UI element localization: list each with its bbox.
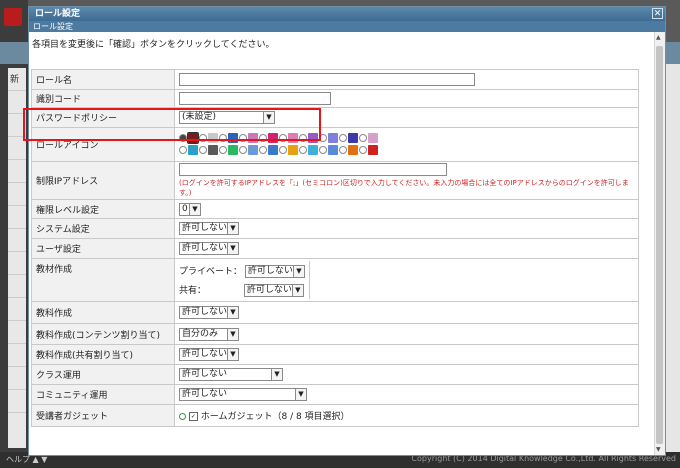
scroll-up-icon[interactable]: ▲ bbox=[656, 34, 661, 41]
role-icon-radio[interactable] bbox=[219, 145, 227, 154]
user-avatar-icon[interactable] bbox=[248, 144, 258, 155]
material-creation-label: 教材作成 bbox=[31, 258, 175, 302]
dialog-content: 各項目を変更後に「確認」ボタンをクリックしてください。 ロール名 識別コード パ… bbox=[29, 32, 655, 455]
system-settings-label: システム設定 bbox=[31, 218, 175, 239]
identifier-label: 識別コード bbox=[31, 89, 175, 108]
chevron-down-icon: ▼ bbox=[271, 369, 282, 380]
user-avatar-icon[interactable] bbox=[348, 144, 358, 155]
role-icon-radio[interactable] bbox=[239, 145, 247, 154]
course-creation-select[interactable]: 許可しない ▼ bbox=[179, 306, 239, 319]
course-shared-select[interactable]: 許可しない ▼ bbox=[179, 348, 239, 361]
authority-level-select[interactable]: 0 ▼ bbox=[179, 202, 201, 216]
user-avatar-icon[interactable] bbox=[188, 144, 198, 155]
close-icon[interactable]: ✕ bbox=[652, 8, 663, 19]
material-shared-select[interactable]: 許可しない ▼ bbox=[243, 283, 304, 297]
user-avatar-icon[interactable] bbox=[368, 144, 378, 155]
identifier-input[interactable] bbox=[179, 92, 331, 105]
community-operation-label: コミュニティ運用 bbox=[31, 384, 175, 405]
chevron-down-icon: ▼ bbox=[227, 349, 238, 360]
instruction-text: 各項目を変更後に「確認」ボタンをクリックしてください。 bbox=[32, 40, 275, 50]
chevron-down-icon: ▼ bbox=[227, 307, 238, 318]
gadget-bullet-icon bbox=[179, 413, 186, 420]
role-icon-row-2 bbox=[179, 144, 634, 157]
system-settings-select[interactable]: 許可しない ▼ bbox=[179, 222, 239, 235]
course-content-label: 教科作成(コンテンツ割り当て) bbox=[31, 323, 175, 345]
user-avatar-icon[interactable] bbox=[328, 132, 338, 143]
scroll-down-icon[interactable]: ▼ bbox=[656, 446, 661, 453]
ip-address-note: (ログインを許可するIPアドレスを「;」(セミコロン)区切りで入力してください。… bbox=[179, 179, 629, 197]
chevron-down-icon: ▼ bbox=[291, 284, 303, 296]
chevron-down-icon: ▼ bbox=[292, 265, 304, 277]
user-avatar-icon[interactable] bbox=[268, 144, 278, 155]
user-avatar-icon[interactable] bbox=[228, 144, 238, 155]
chevron-down-icon: ▼ bbox=[227, 328, 238, 340]
authority-level-label: 権限レベル設定 bbox=[31, 199, 175, 219]
role-name-label: ロール名 bbox=[31, 69, 175, 90]
role-icon-radio[interactable] bbox=[319, 145, 327, 154]
role-icon-radio[interactable] bbox=[359, 133, 367, 142]
role-name-input[interactable] bbox=[179, 73, 475, 86]
role-icon-radio[interactable] bbox=[279, 145, 287, 154]
background-new-label: 新 bbox=[10, 75, 20, 85]
dialog-scrollbar[interactable]: ▲ ▼ bbox=[654, 32, 665, 455]
chevron-down-icon: ▼ bbox=[295, 389, 306, 400]
role-settings-dialog: ロール設定 ✕ ロール設定 各項目を変更後に「確認」ボタンをクリックしてください… bbox=[28, 6, 666, 456]
user-avatar-icon[interactable] bbox=[288, 144, 298, 155]
ip-address-input[interactable] bbox=[179, 163, 447, 176]
dialog-title: ロール設定 bbox=[35, 9, 81, 19]
ip-address-label: 制限IPアドレス bbox=[31, 161, 175, 200]
user-avatar-icon[interactable] bbox=[348, 132, 358, 143]
dialog-titlebar[interactable]: ロール設定 ✕ bbox=[29, 7, 665, 21]
student-gadget-label: 受講者ガジェット bbox=[31, 404, 175, 427]
role-icon-radio[interactable] bbox=[339, 145, 347, 154]
role-icon-radio[interactable] bbox=[179, 145, 187, 154]
student-gadget-value[interactable]: ホームガジェット（8 / 8 項目選択） bbox=[201, 412, 350, 422]
class-operation-label: クラス運用 bbox=[31, 364, 175, 385]
course-content-select[interactable]: 自分のみ ▼ bbox=[179, 327, 239, 341]
course-creation-label: 教科作成 bbox=[31, 301, 175, 324]
app-logo bbox=[4, 8, 22, 26]
background-right-panel bbox=[664, 64, 680, 454]
chevron-down-icon: ▼ bbox=[189, 203, 200, 215]
user-settings-select[interactable]: 許可しない ▼ bbox=[179, 242, 239, 255]
role-icon-radio[interactable] bbox=[299, 145, 307, 154]
course-shared-label: 教科作成(共有割り当て) bbox=[31, 344, 175, 365]
role-icon-radio[interactable] bbox=[339, 133, 347, 142]
chevron-down-icon: ▼ bbox=[227, 243, 238, 254]
material-creation-subtable: プライベート： 許可しない ▼ 共有： 許可しない ▼ bbox=[175, 261, 310, 299]
role-icon-radio[interactable] bbox=[359, 145, 367, 154]
material-private-label: プライベート： bbox=[179, 266, 243, 277]
user-settings-label: ユーザ設定 bbox=[31, 238, 175, 259]
material-shared-label: 共有： bbox=[179, 285, 207, 296]
user-avatar-icon[interactable] bbox=[308, 144, 318, 155]
role-icon-radio[interactable] bbox=[259, 145, 267, 154]
chevron-down-icon: ▼ bbox=[227, 223, 238, 234]
dialog-subtitle: ロール設定 bbox=[29, 21, 665, 32]
scrollbar-thumb[interactable] bbox=[656, 46, 663, 444]
user-avatar-icon[interactable] bbox=[328, 144, 338, 155]
material-private-select[interactable]: 許可しない ▼ bbox=[244, 264, 305, 278]
user-avatar-icon[interactable] bbox=[368, 132, 378, 143]
role-icon-radio[interactable] bbox=[199, 145, 207, 154]
gadget-checkbox[interactable]: ✓ bbox=[188, 412, 198, 421]
user-avatar-icon[interactable] bbox=[208, 144, 218, 155]
highlight-box bbox=[23, 108, 321, 141]
community-operation-select[interactable]: 許可しない ▼ bbox=[179, 388, 307, 401]
class-operation-select[interactable]: 許可しない ▼ bbox=[179, 368, 283, 381]
